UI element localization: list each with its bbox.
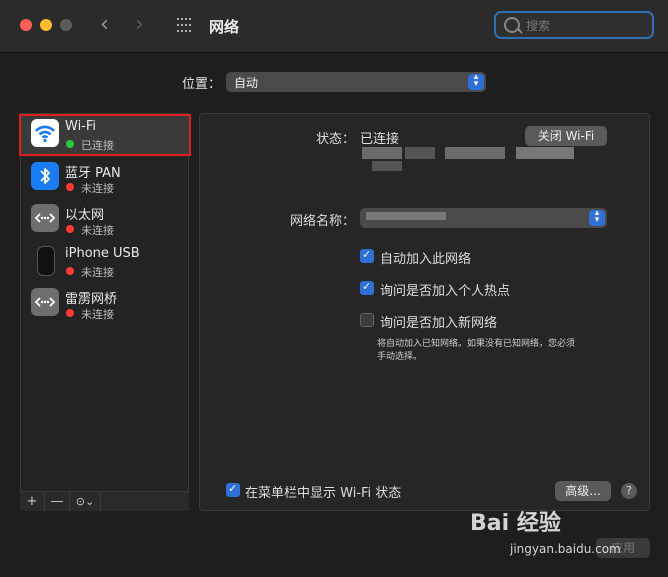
service-actions-menu[interactable]: ⊙⌄ <box>70 492 101 511</box>
search-icon <box>504 17 520 33</box>
advanced-button[interactable]: 高级... <box>555 481 611 501</box>
status-dot-icon <box>66 267 74 275</box>
iphone-icon <box>37 246 55 276</box>
service-name: 以太网 <box>65 208 105 223</box>
service-list: Wi-Fi 已连接 蓝牙 PAN 未连接 以太网 未连接 iPhone USB … <box>19 113 191 511</box>
service-status: 未连接 <box>81 224 114 237</box>
show-in-menubar-checkbox[interactable] <box>226 482 240 497</box>
thunderbolt-bridge-icon <box>31 288 59 316</box>
wifi-icon <box>31 119 59 147</box>
select-stepper-icon: ▴ ▾ <box>468 73 484 90</box>
ask-hotspot-label: 询问是否加入个人热点 <box>380 284 511 299</box>
service-item-thunderbolt-bridge[interactable]: 雷雳网桥 未连接 <box>21 283 188 325</box>
add-service-button[interactable]: + <box>20 492 45 511</box>
service-status: 未连接 <box>81 266 114 279</box>
search-input[interactable] <box>524 16 648 36</box>
watermark-url: jingyan.baidu.com <box>510 542 621 556</box>
ask-new-network-label: 询问是否加入新网络 <box>380 316 498 331</box>
status-dot-icon <box>66 225 74 233</box>
show-in-menubar-label: 在菜单栏中显示 Wi-Fi 状态 <box>245 486 402 501</box>
help-button[interactable]: ? <box>621 483 637 499</box>
service-name: 雷雳网桥 <box>65 292 118 307</box>
ethernet-icon <box>31 204 59 232</box>
auto-join-checkbox[interactable] <box>360 248 374 263</box>
network-name-select[interactable]: ▴ ▾ <box>360 208 607 228</box>
minimize-window-button[interactable] <box>40 19 52 31</box>
zoom-window-button[interactable] <box>60 19 72 31</box>
ask-new-network-checkbox[interactable] <box>360 313 374 327</box>
turn-off-wifi-button[interactable]: 关闭 Wi-Fi <box>525 126 607 146</box>
close-window-button[interactable] <box>20 19 32 31</box>
service-item-bluetooth-pan[interactable]: 蓝牙 PAN 未连接 <box>21 157 188 199</box>
service-item-ethernet[interactable]: 以太网 未连接 <box>21 199 188 241</box>
service-status: 已连接 <box>81 139 114 152</box>
location-select[interactable]: 自动 ▴ ▾ <box>226 72 486 92</box>
location-value: 自动 <box>234 76 259 90</box>
hint-text-line1: 将自动加入已知网络。如果没有已知网络，您必须 <box>377 339 576 349</box>
select-stepper-icon: ▴ ▾ <box>589 209 605 226</box>
status-dot-icon <box>66 309 74 317</box>
back-arrow-icon[interactable]: ‹ <box>100 12 109 37</box>
status-value: 已连接 <box>360 132 400 147</box>
service-item-wifi[interactable]: Wi-Fi 已连接 <box>19 114 191 156</box>
service-name: Wi-Fi <box>65 119 97 134</box>
service-name: iPhone USB <box>65 246 140 261</box>
hint-text-line2: 手动选择。 <box>377 352 423 362</box>
bluetooth-icon <box>31 162 59 190</box>
network-name-label: 网络名称： <box>290 214 356 229</box>
show-all-grid-icon[interactable] <box>177 18 193 34</box>
status-label: 状态： <box>316 132 356 147</box>
status-dot-icon <box>66 140 74 148</box>
service-name: 蓝牙 PAN <box>65 166 121 181</box>
status-dot-icon <box>66 183 74 191</box>
remove-service-button[interactable]: — <box>45 492 70 511</box>
auto-join-label: 自动加入此网络 <box>380 252 472 267</box>
service-item-iphone-usb[interactable]: iPhone USB 未连接 <box>21 241 188 283</box>
window-title: 网络 <box>209 18 240 36</box>
ask-hotspot-checkbox[interactable] <box>360 280 374 295</box>
forward-arrow-icon[interactable]: › <box>135 12 144 37</box>
redacted-network-name <box>366 212 446 220</box>
service-list-toolbar: + — ⊙⌄ <box>20 491 189 511</box>
service-status: 未连接 <box>81 182 114 195</box>
service-status: 未连接 <box>81 308 114 321</box>
watermark-logo: Bai 经验 <box>470 511 561 536</box>
location-label: 位置： <box>182 77 222 92</box>
search-field[interactable] <box>494 11 654 39</box>
title-bar: ‹ › 网络 <box>0 0 668 53</box>
